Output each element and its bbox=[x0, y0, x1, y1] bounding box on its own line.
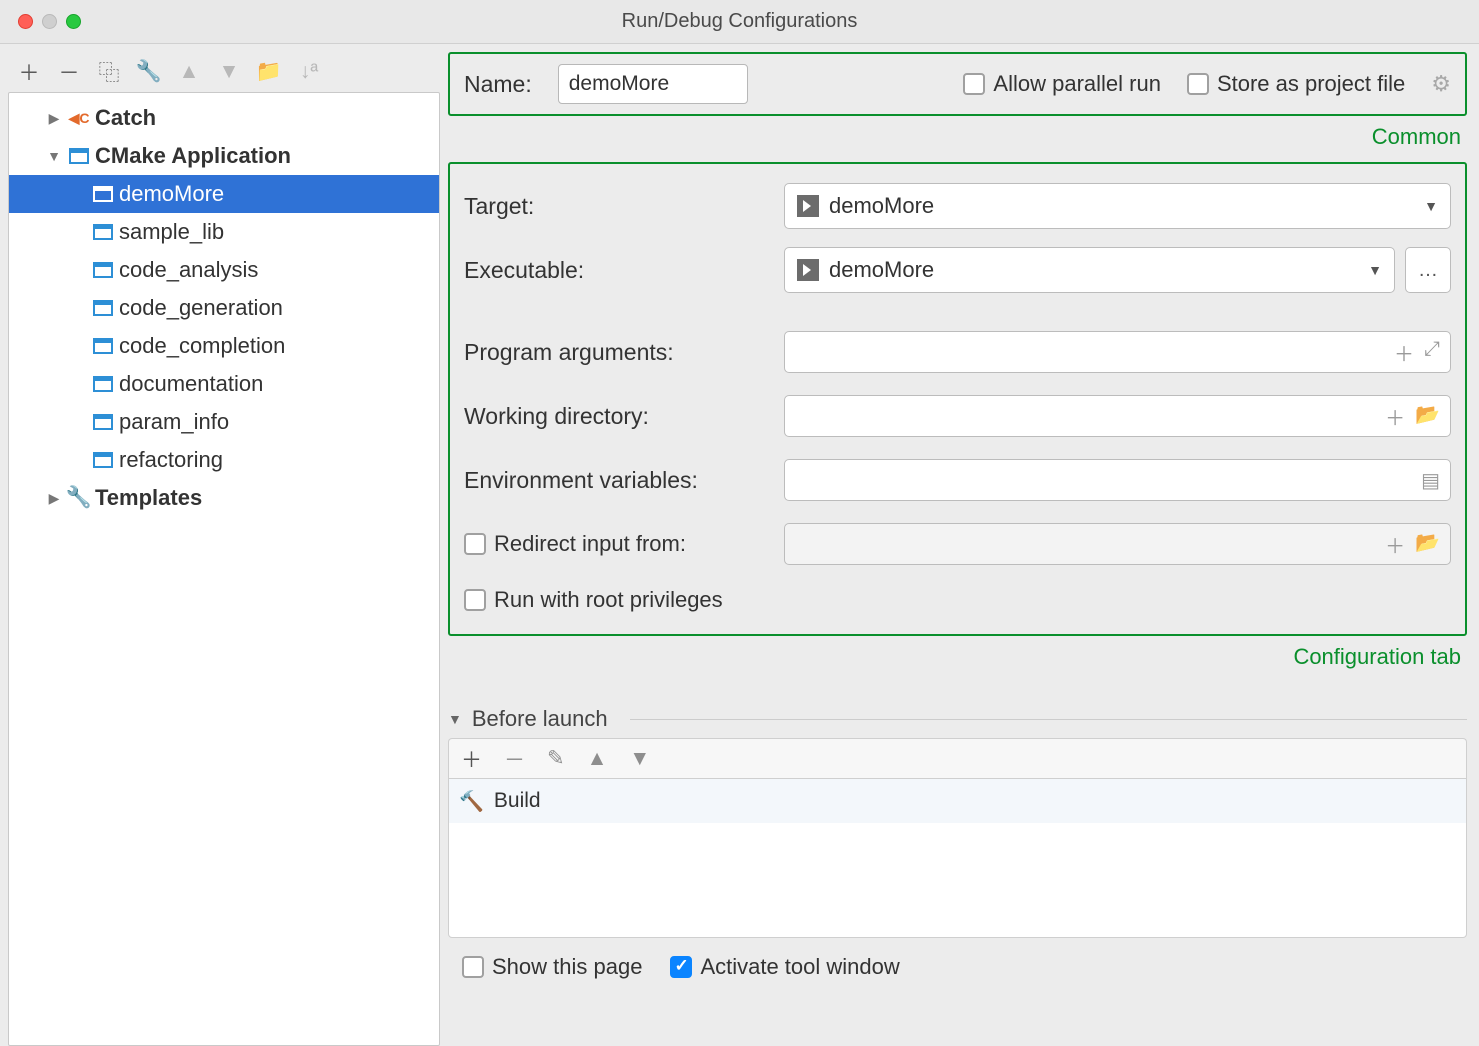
tree-node-cmake[interactable]: ▼ CMake Application bbox=[9, 137, 439, 175]
before-launch-toolbar: ＋ － ✎ ▲ ▼ bbox=[448, 738, 1467, 778]
window-title: Run/Debug Configurations bbox=[0, 10, 1479, 33]
app-icon bbox=[93, 184, 113, 204]
catch-icon: ◀C bbox=[69, 108, 89, 128]
expand-icon[interactable]: ⤢ bbox=[1424, 338, 1440, 367]
tree-item-code-analysis[interactable]: code_analysis bbox=[9, 251, 439, 289]
name-label: Name: bbox=[464, 71, 532, 98]
folder-button[interactable]: 📁 bbox=[258, 61, 280, 83]
before-launch-list[interactable]: 🔨 Build bbox=[448, 778, 1467, 938]
wd-input[interactable]: ＋ 📂 bbox=[784, 395, 1451, 437]
tree-item-demomore[interactable]: demoMore bbox=[9, 175, 439, 213]
divider bbox=[630, 719, 1467, 720]
target-icon bbox=[797, 259, 819, 281]
redirect-input-checkbox[interactable]: Redirect input from: bbox=[464, 531, 784, 557]
tree-node-catch[interactable]: ▶ ◀C Catch bbox=[9, 99, 439, 137]
redirect-input-field: ＋ 📂 bbox=[784, 523, 1451, 565]
store-project-checkbox[interactable]: Store as project file bbox=[1187, 71, 1405, 97]
remove-task-button[interactable]: － bbox=[504, 744, 525, 774]
activate-tool-checkbox[interactable]: Activate tool window bbox=[670, 954, 899, 980]
move-down-button[interactable]: ▼ bbox=[629, 747, 650, 771]
move-up-button[interactable]: ▲ bbox=[178, 61, 200, 83]
insert-macro-icon[interactable]: ＋ bbox=[1385, 402, 1405, 431]
chevron-down-icon: ▼ bbox=[45, 148, 63, 164]
sort-button[interactable]: ↓ª bbox=[298, 61, 320, 83]
app-icon bbox=[93, 374, 113, 394]
titlebar: Run/Debug Configurations bbox=[0, 0, 1479, 44]
build-task-item[interactable]: 🔨 Build bbox=[449, 779, 1466, 823]
target-dropdown[interactable]: demoMore ▼ bbox=[784, 183, 1451, 229]
app-icon bbox=[69, 146, 89, 166]
chevron-down-icon: ▼ bbox=[1368, 262, 1382, 278]
list-icon[interactable]: ▤ bbox=[1421, 468, 1440, 493]
config-tree[interactable]: ▶ ◀C Catch ▼ CMake Application demoMore … bbox=[8, 92, 440, 1046]
move-down-button[interactable]: ▼ bbox=[218, 61, 240, 83]
browse-exe-button[interactable]: … bbox=[1405, 247, 1451, 293]
app-icon bbox=[93, 412, 113, 432]
show-page-checkbox[interactable]: Show this page bbox=[462, 954, 642, 980]
args-label: Program arguments: bbox=[464, 339, 784, 366]
chevron-right-icon: ▶ bbox=[45, 490, 63, 507]
args-input[interactable]: ＋ ⤢ bbox=[784, 331, 1451, 373]
add-config-button[interactable]: ＋ bbox=[18, 61, 40, 83]
tree-node-templates[interactable]: ▶ 🔧 Templates bbox=[9, 479, 439, 517]
executable-dropdown[interactable]: demoMore ▼ bbox=[784, 247, 1395, 293]
tree-item-code-generation[interactable]: code_generation bbox=[9, 289, 439, 327]
insert-macro-icon[interactable]: ＋ bbox=[1394, 338, 1414, 367]
target-icon bbox=[797, 195, 819, 217]
app-icon bbox=[93, 260, 113, 280]
folder-icon: 📂 bbox=[1415, 530, 1440, 559]
insert-macro-icon: ＋ bbox=[1385, 530, 1405, 559]
remove-config-button[interactable]: － bbox=[58, 61, 80, 83]
allow-parallel-checkbox[interactable]: Allow parallel run bbox=[963, 71, 1161, 97]
wrench-icon: 🔧 bbox=[69, 488, 89, 508]
add-task-button[interactable]: ＋ bbox=[461, 744, 482, 774]
target-label: Target: bbox=[464, 193, 784, 220]
common-group: Name: Allow parallel run Store as projec… bbox=[448, 52, 1467, 116]
env-label: Environment variables: bbox=[464, 467, 784, 494]
common-label: Common bbox=[448, 122, 1467, 156]
app-icon bbox=[93, 450, 113, 470]
edit-task-button[interactable]: ✎ bbox=[547, 746, 565, 771]
tree-item-documentation[interactable]: documentation bbox=[9, 365, 439, 403]
app-icon bbox=[93, 222, 113, 242]
tree-item-code-completion[interactable]: code_completion bbox=[9, 327, 439, 365]
executable-label: Executable: bbox=[464, 257, 784, 284]
root-priv-checkbox[interactable]: Run with root privileges bbox=[464, 587, 723, 613]
tree-item-refactoring[interactable]: refactoring bbox=[9, 441, 439, 479]
chevron-down-icon: ▼ bbox=[1424, 198, 1438, 214]
app-icon bbox=[93, 298, 113, 318]
env-input[interactable]: ▤ bbox=[784, 459, 1451, 501]
name-input[interactable] bbox=[558, 64, 748, 104]
move-up-button[interactable]: ▲ bbox=[587, 747, 608, 771]
before-launch-header[interactable]: ▼ Before launch bbox=[448, 700, 1467, 738]
folder-icon[interactable]: 📂 bbox=[1415, 402, 1440, 431]
chevron-right-icon: ▶ bbox=[45, 110, 63, 127]
tree-item-param-info[interactable]: param_info bbox=[9, 403, 439, 441]
hammer-icon: 🔨 bbox=[459, 789, 484, 814]
edit-defaults-button[interactable]: 🔧 bbox=[138, 61, 160, 83]
gear-icon[interactable]: ⚙ bbox=[1431, 71, 1451, 97]
configuration-group: Target: demoMore ▼ Executable: bbox=[448, 162, 1467, 636]
config-tab-label: Configuration tab bbox=[448, 642, 1467, 676]
copy-config-button[interactable]: ⿻ bbox=[98, 61, 120, 83]
config-toolbar: ＋ － ⿻ 🔧 ▲ ▼ 📁 ↓ª bbox=[8, 52, 440, 92]
chevron-down-icon: ▼ bbox=[448, 711, 462, 727]
wd-label: Working directory: bbox=[464, 403, 784, 430]
tree-item-sample-lib[interactable]: sample_lib bbox=[9, 213, 439, 251]
app-icon bbox=[93, 336, 113, 356]
